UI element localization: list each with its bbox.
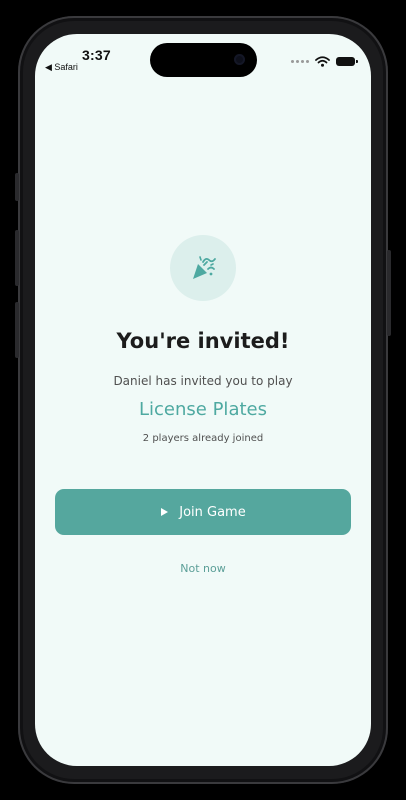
battery-icon — [336, 57, 358, 66]
join-game-label: Join Game — [179, 504, 246, 520]
power-button — [387, 250, 391, 336]
party-popper-icon — [193, 256, 216, 279]
dynamic-island — [150, 43, 257, 77]
invite-title: You're invited! — [116, 329, 290, 353]
action-button — [15, 173, 19, 201]
front-camera — [234, 54, 245, 65]
play-icon — [161, 508, 169, 516]
status-indicators — [291, 56, 358, 67]
invite-subtitle: Daniel has invited you to play — [113, 374, 293, 388]
players-joined-count: 2 players already joined — [142, 433, 264, 444]
wifi-icon — [315, 56, 330, 67]
volume-up-button — [15, 230, 19, 286]
join-game-button[interactable]: Join Game — [55, 489, 351, 535]
invite-icon-badge — [170, 235, 236, 301]
status-time: 3:37 — [82, 47, 111, 63]
app-screen: 3:37 ◀ Safari You're invited! Daniel has… — [35, 34, 371, 766]
volume-down-button — [15, 302, 19, 358]
game-name: License Plates — [139, 399, 267, 420]
not-now-button[interactable]: Not now — [35, 562, 371, 575]
back-to-safari-link[interactable]: ◀ Safari — [45, 62, 78, 73]
signal-dots-icon — [291, 60, 309, 63]
